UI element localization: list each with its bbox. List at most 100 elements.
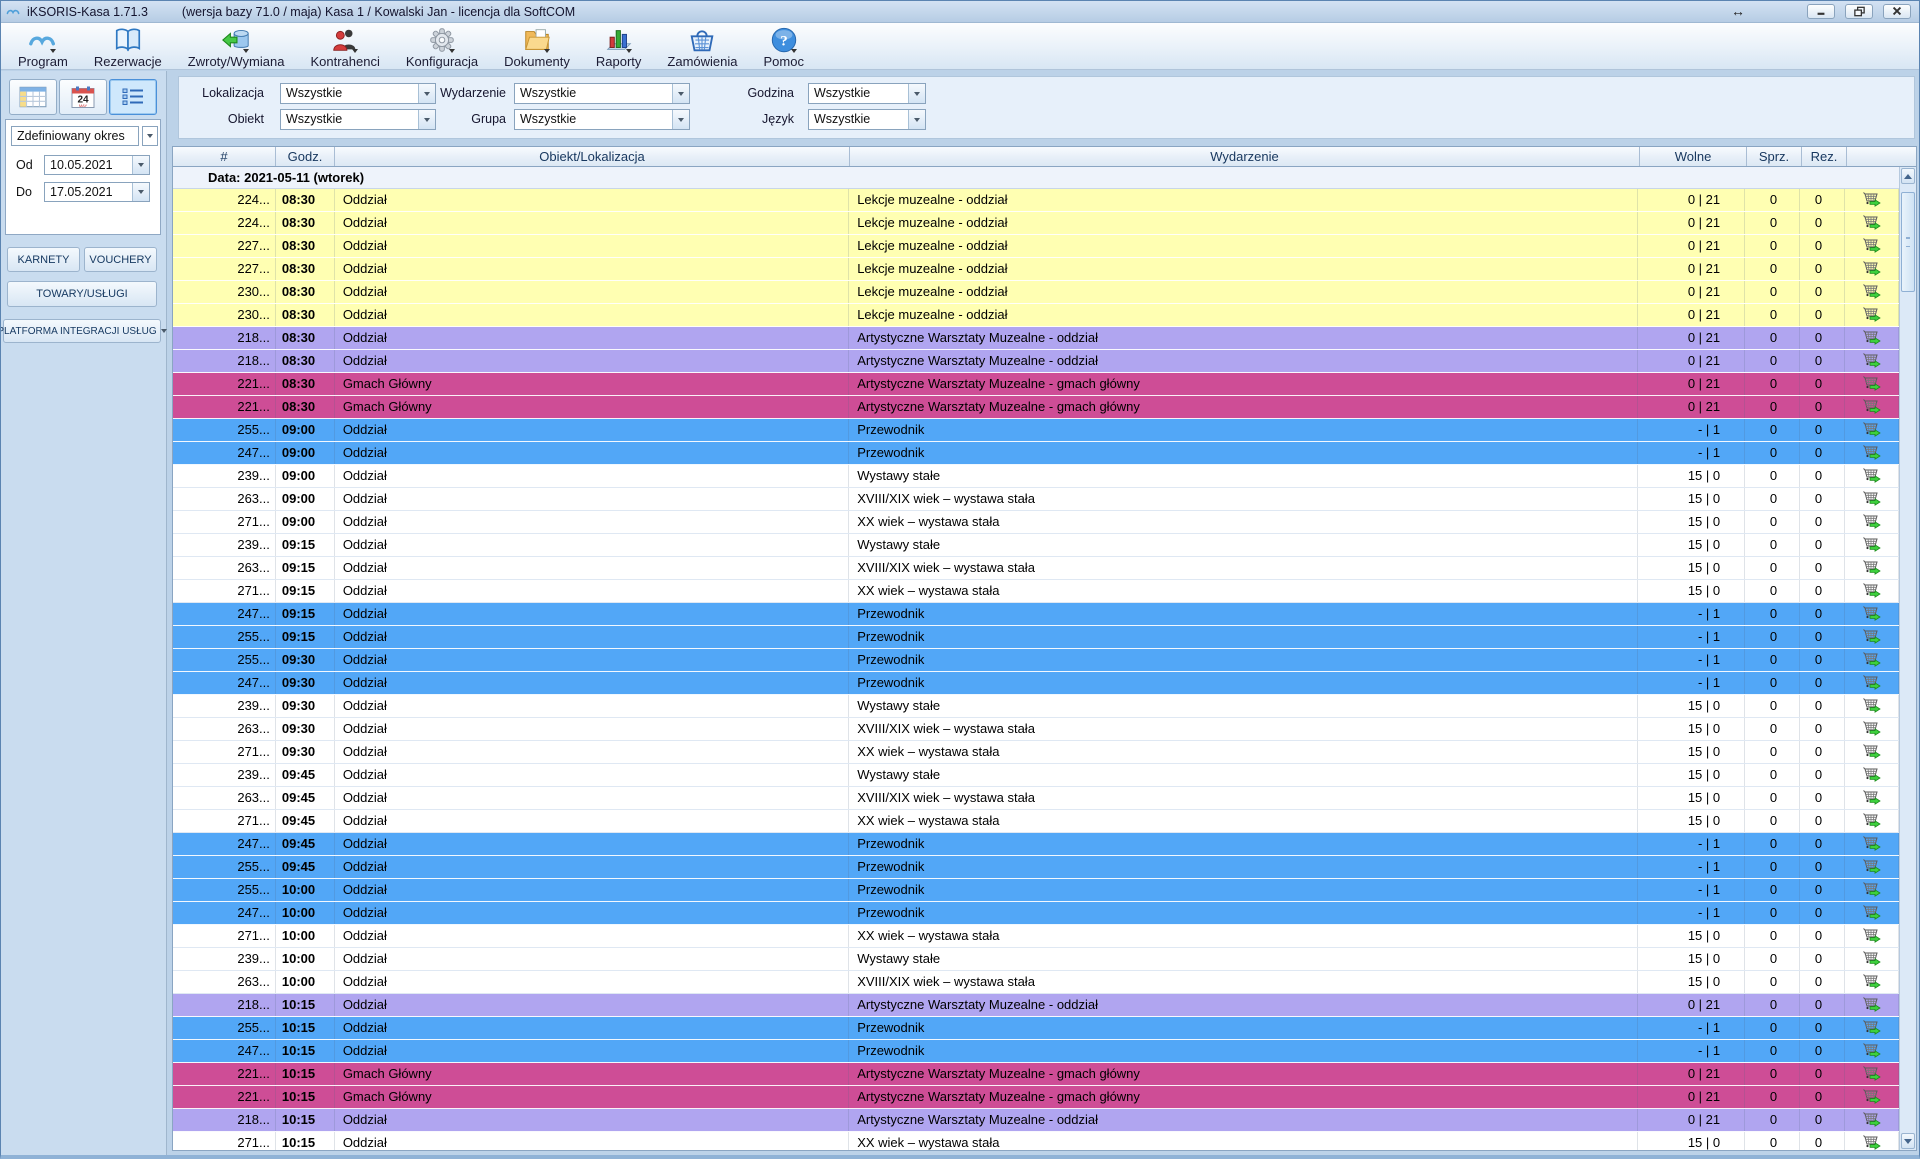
towary-uslugi-button[interactable]: TOWARY/USŁUGI — [7, 281, 157, 307]
jezyk-dropdown-button[interactable] — [908, 110, 925, 129]
table-row[interactable]: 239... 09:30 Oddział Wystawy stałe 15 | … — [173, 695, 1899, 718]
table-row[interactable]: 247... 09:00 Oddział Przewodnik - | 1 0 … — [173, 442, 1899, 465]
grupa-dropdown-button[interactable] — [672, 110, 689, 129]
row-sell-button[interactable] — [1845, 1109, 1899, 1131]
row-sell-button[interactable] — [1845, 419, 1899, 441]
row-sell-button[interactable] — [1845, 373, 1899, 395]
row-sell-button[interactable] — [1845, 465, 1899, 487]
row-sell-button[interactable] — [1845, 580, 1899, 602]
close-button[interactable] — [1883, 4, 1911, 19]
table-row[interactable]: 218... 10:15 Oddział Artystyczne Warszta… — [173, 1109, 1899, 1132]
table-row[interactable]: 239... 09:00 Oddział Wystawy stałe 15 | … — [173, 465, 1899, 488]
table-row[interactable]: 255... 09:45 Oddział Przewodnik - | 1 0 … — [173, 856, 1899, 879]
scrollbar-thumb[interactable] — [1901, 192, 1915, 292]
table-row[interactable]: 247... 10:00 Oddział Przewodnik - | 1 0 … — [173, 902, 1899, 925]
row-sell-button[interactable] — [1845, 994, 1899, 1016]
row-sell-button[interactable] — [1845, 879, 1899, 901]
row-sell-button[interactable] — [1845, 971, 1899, 993]
date-to-combo[interactable]: 17.05.2021 — [44, 182, 150, 202]
wydarzenie-combo[interactable]: Wszystkie — [514, 83, 690, 104]
restore-button[interactable] — [1845, 4, 1873, 19]
table-row[interactable]: 263... 10:00 Oddział XVIII/XIX wiek – wy… — [173, 971, 1899, 994]
table-row[interactable]: 271... 10:15 Oddział XX wiek – wystawa s… — [173, 1132, 1899, 1150]
row-sell-button[interactable] — [1845, 557, 1899, 579]
toolbar-rezerwacje-button[interactable]: Rezerwacje — [81, 23, 175, 69]
platforma-integracji-button[interactable]: PLATFORMA INTEGRACJI USŁUG — [3, 319, 161, 343]
table-row[interactable]: 247... 09:30 Oddział Przewodnik - | 1 0 … — [173, 672, 1899, 695]
minimize-button[interactable] — [1807, 4, 1835, 19]
table-row[interactable]: 263... 09:15 Oddział XVIII/XIX wiek – wy… — [173, 557, 1899, 580]
col-header-object-location[interactable]: Obiekt/Lokalizacja — [335, 147, 850, 166]
row-sell-button[interactable] — [1845, 304, 1899, 326]
row-sell-button[interactable] — [1845, 764, 1899, 786]
row-sell-button[interactable] — [1845, 741, 1899, 763]
table-row[interactable]: 263... 09:45 Oddział XVIII/XIX wiek – wy… — [173, 787, 1899, 810]
col-header-event[interactable]: Wydarzenie — [850, 147, 1640, 166]
row-sell-button[interactable] — [1845, 1063, 1899, 1085]
table-row[interactable]: 221... 08:30 Gmach Główny Artystyczne Wa… — [173, 396, 1899, 419]
row-sell-button[interactable] — [1845, 603, 1899, 625]
toolbar-zamowienia-button[interactable]: Zamówienia — [654, 23, 750, 69]
date-from-combo[interactable]: 10.05.2021 — [44, 155, 150, 175]
tab-list-view[interactable] — [109, 79, 157, 115]
table-row[interactable]: 247... 10:15 Oddział Przewodnik - | 1 0 … — [173, 1040, 1899, 1063]
col-header-reserved[interactable]: Rez. — [1802, 147, 1847, 166]
row-sell-button[interactable] — [1845, 649, 1899, 671]
row-sell-button[interactable] — [1845, 718, 1899, 740]
table-row[interactable]: 239... 09:15 Oddział Wystawy stałe 15 | … — [173, 534, 1899, 557]
lokalizacja-combo[interactable]: Wszystkie — [280, 83, 436, 104]
table-row[interactable]: 224... 08:30 Oddział Lekcje muzealne - o… — [173, 212, 1899, 235]
table-row[interactable]: 227... 08:30 Oddział Lekcje muzealne - o… — [173, 235, 1899, 258]
toolbar-zwroty-button[interactable]: Zwroty/Wymiana — [175, 23, 298, 69]
karnety-button[interactable]: KARNETY — [7, 247, 80, 272]
table-row[interactable]: 227... 08:30 Oddział Lekcje muzealne - o… — [173, 258, 1899, 281]
table-row[interactable]: 218... 08:30 Oddział Artystyczne Warszta… — [173, 350, 1899, 373]
toolbar-konfiguracja-button[interactable]: Konfiguracja — [393, 23, 491, 69]
row-sell-button[interactable] — [1845, 856, 1899, 878]
row-sell-button[interactable] — [1845, 189, 1899, 211]
jezyk-combo[interactable]: Wszystkie — [808, 109, 926, 130]
row-sell-button[interactable] — [1845, 902, 1899, 924]
row-sell-button[interactable] — [1845, 442, 1899, 464]
scroll-up-button[interactable] — [1901, 168, 1915, 184]
table-row[interactable]: 247... 09:15 Oddział Przewodnik - | 1 0 … — [173, 603, 1899, 626]
table-row[interactable]: 255... 09:00 Oddział Przewodnik - | 1 0 … — [173, 419, 1899, 442]
row-sell-button[interactable] — [1845, 925, 1899, 947]
table-row[interactable]: 239... 09:45 Oddział Wystawy stałe 15 | … — [173, 764, 1899, 787]
col-header-free[interactable]: Wolne — [1640, 147, 1747, 166]
row-sell-button[interactable] — [1845, 626, 1899, 648]
godzina-combo[interactable]: Wszystkie — [808, 83, 926, 104]
toolbar-raporty-button[interactable]: Raporty — [583, 23, 655, 69]
table-row[interactable]: 263... 09:00 Oddział XVIII/XIX wiek – wy… — [173, 488, 1899, 511]
toolbar-pomoc-button[interactable]: ? Pomoc — [751, 23, 817, 69]
table-row[interactable]: 221... 10:15 Gmach Główny Artystyczne Wa… — [173, 1063, 1899, 1086]
table-row[interactable]: 221... 10:15 Gmach Główny Artystyczne Wa… — [173, 1086, 1899, 1109]
table-row[interactable]: 230... 08:30 Oddział Lekcje muzealne - o… — [173, 281, 1899, 304]
col-header-time[interactable]: Godz. — [276, 147, 335, 166]
col-header-id[interactable]: # — [173, 147, 276, 166]
row-sell-button[interactable] — [1845, 948, 1899, 970]
table-row[interactable]: 271... 09:00 Oddział XX wiek – wystawa s… — [173, 511, 1899, 534]
tab-calendar-view[interactable]: 24 MAY — [59, 79, 107, 115]
row-sell-button[interactable] — [1845, 787, 1899, 809]
table-row[interactable]: 221... 08:30 Gmach Główny Artystyczne Wa… — [173, 373, 1899, 396]
godzina-dropdown-button[interactable] — [908, 84, 925, 103]
table-row[interactable]: 224... 08:30 Oddział Lekcje muzealne - o… — [173, 189, 1899, 212]
table-row[interactable]: 263... 09:30 Oddział XVIII/XIX wiek – wy… — [173, 718, 1899, 741]
row-sell-button[interactable] — [1845, 1017, 1899, 1039]
row-sell-button[interactable] — [1845, 810, 1899, 832]
col-header-sold[interactable]: Sprz. — [1747, 147, 1802, 166]
date-to-dropdown-button[interactable] — [132, 183, 149, 201]
row-sell-button[interactable] — [1845, 833, 1899, 855]
scroll-down-button[interactable] — [1901, 1133, 1915, 1149]
toolbar-program-button[interactable]: Program — [5, 23, 81, 69]
row-sell-button[interactable] — [1845, 212, 1899, 234]
row-sell-button[interactable] — [1845, 350, 1899, 372]
toolbar-kontrahenci-button[interactable]: Kontrahenci — [297, 23, 392, 69]
row-sell-button[interactable] — [1845, 1086, 1899, 1108]
row-sell-button[interactable] — [1845, 511, 1899, 533]
table-row[interactable]: 255... 10:15 Oddział Przewodnik - | 1 0 … — [173, 1017, 1899, 1040]
row-sell-button[interactable] — [1845, 396, 1899, 418]
vouchery-button[interactable]: VOUCHERY — [84, 247, 157, 272]
table-row[interactable]: 218... 08:30 Oddział Artystyczne Warszta… — [173, 327, 1899, 350]
